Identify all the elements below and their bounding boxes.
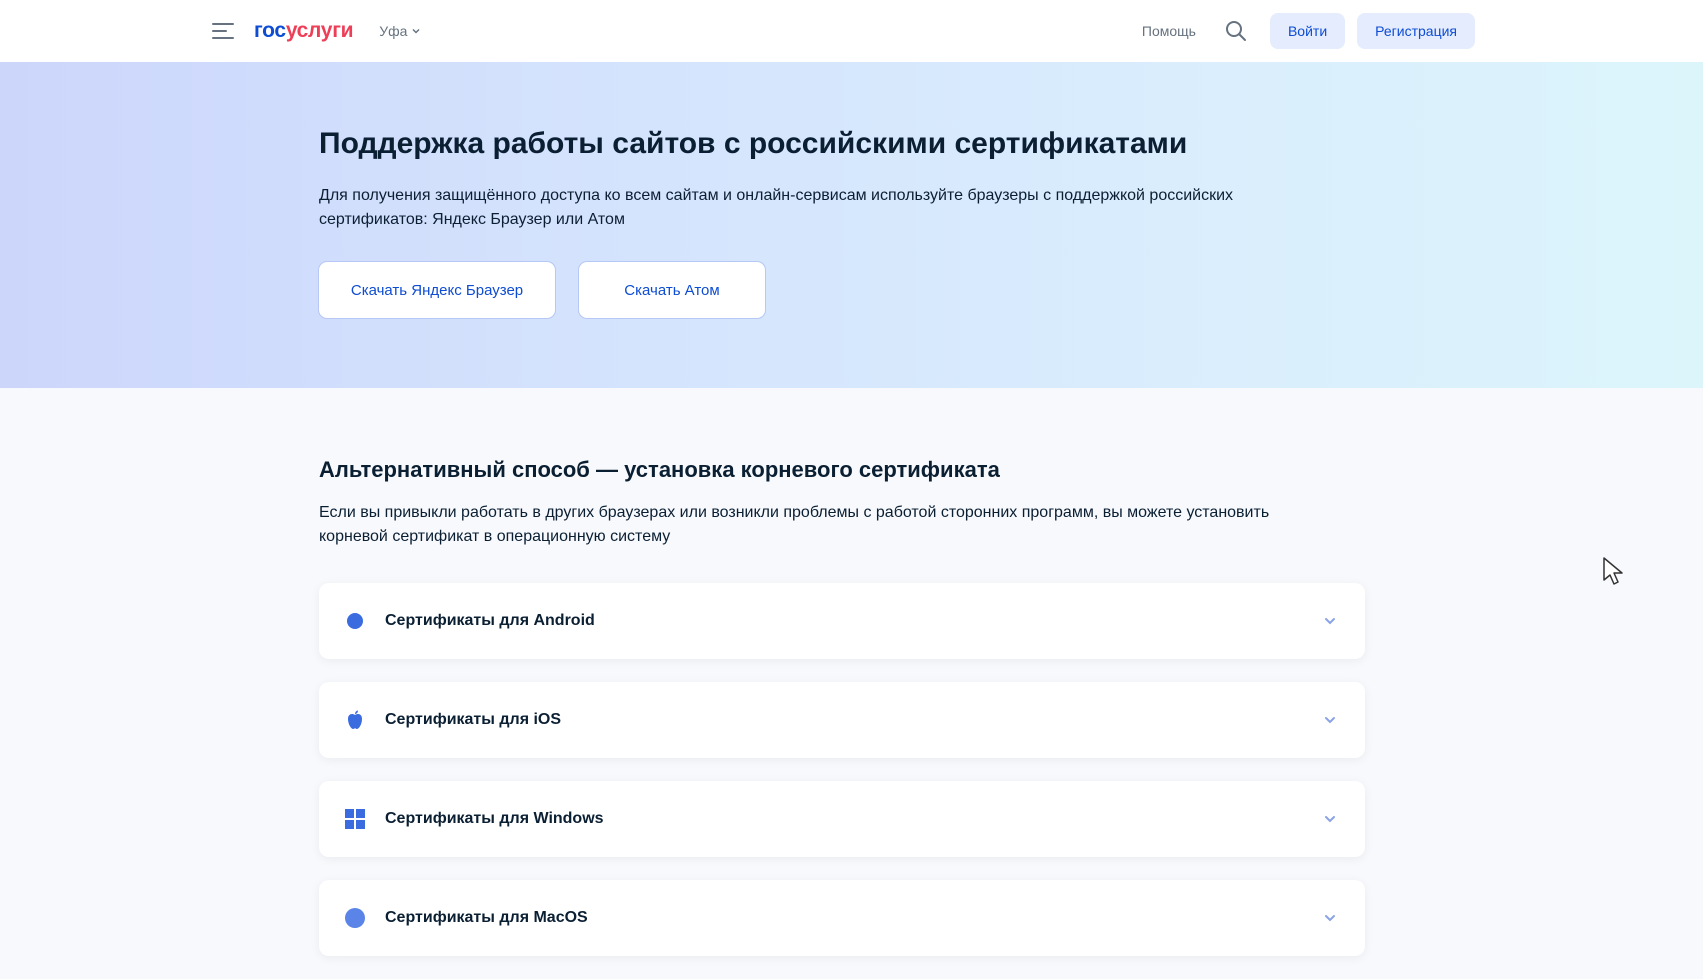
hero-content: Поддержка работы сайтов с российскими се… <box>318 126 1319 319</box>
accordion-windows[interactable]: Сертификаты для Windows <box>319 781 1365 857</box>
login-button[interactable]: Войти <box>1269 13 1346 49</box>
logo-part-gos: гос <box>254 19 286 42</box>
region-selector[interactable]: Уфа <box>379 23 421 39</box>
chevron-down-icon[interactable] <box>1319 610 1341 632</box>
search-icon[interactable] <box>1222 17 1250 45</box>
chevron-down-icon[interactable] <box>1319 808 1341 830</box>
region-label: Уфа <box>379 23 408 39</box>
accordion-label: Сертификаты для Android <box>385 612 595 629</box>
android-icon <box>343 609 367 633</box>
accordion-ios[interactable]: Сертификаты для iOS <box>319 682 1365 758</box>
download-atom-button[interactable]: Скачать Атом <box>578 261 766 319</box>
hero-description: Для получения защищённого доступа ко все… <box>319 187 1234 228</box>
accordion-label: Сертификаты для iOS <box>385 711 562 728</box>
chevron-down-icon[interactable] <box>1319 907 1341 929</box>
mouse-cursor-icon <box>1603 557 1623 585</box>
logo-part-uslugi: услуги <box>285 19 354 42</box>
accordion-macos[interactable]: Сертификаты для MacOS <box>319 880 1365 956</box>
gosuslugi-logo[interactable]: госуслуги <box>254 19 354 43</box>
hero-buttons: Скачать Яндекс Браузер Скачать Атом <box>318 261 1319 319</box>
accordion-android[interactable]: Сертификаты для Android <box>319 583 1365 659</box>
root-certificate-section: Альтернативный способ — установка корнев… <box>319 455 1369 979</box>
header-right: Помощь Войти Регистрация <box>1142 0 1475 62</box>
windows-icon <box>343 807 367 831</box>
section-title: Альтернативный способ — установка корнев… <box>319 457 1000 482</box>
accordion-label: Сертификаты для Windows <box>385 810 604 827</box>
page-title: Поддержка работы сайтов с российскими се… <box>319 127 1188 160</box>
chevron-down-icon <box>412 28 420 34</box>
apple-icon <box>343 708 367 732</box>
help-link[interactable]: Помощь <box>1142 23 1196 39</box>
hero-banner: Поддержка работы сайтов с российскими се… <box>0 62 1703 388</box>
register-button[interactable]: Регистрация <box>1357 13 1475 49</box>
site-header: госуслуги Уфа Помощь Войти Регистрация <box>0 0 1703 62</box>
accordion-label: Сертификаты для MacOS <box>385 909 588 926</box>
menu-burger-icon[interactable] <box>212 20 234 42</box>
section-description: Если вы привыкли работать в других брауз… <box>319 504 1270 545</box>
header-left: госуслуги Уфа <box>212 0 421 62</box>
download-yandex-button[interactable]: Скачать Яндекс Браузер <box>318 261 556 319</box>
chevron-down-icon[interactable] <box>1319 709 1341 731</box>
macos-icon <box>343 906 367 930</box>
